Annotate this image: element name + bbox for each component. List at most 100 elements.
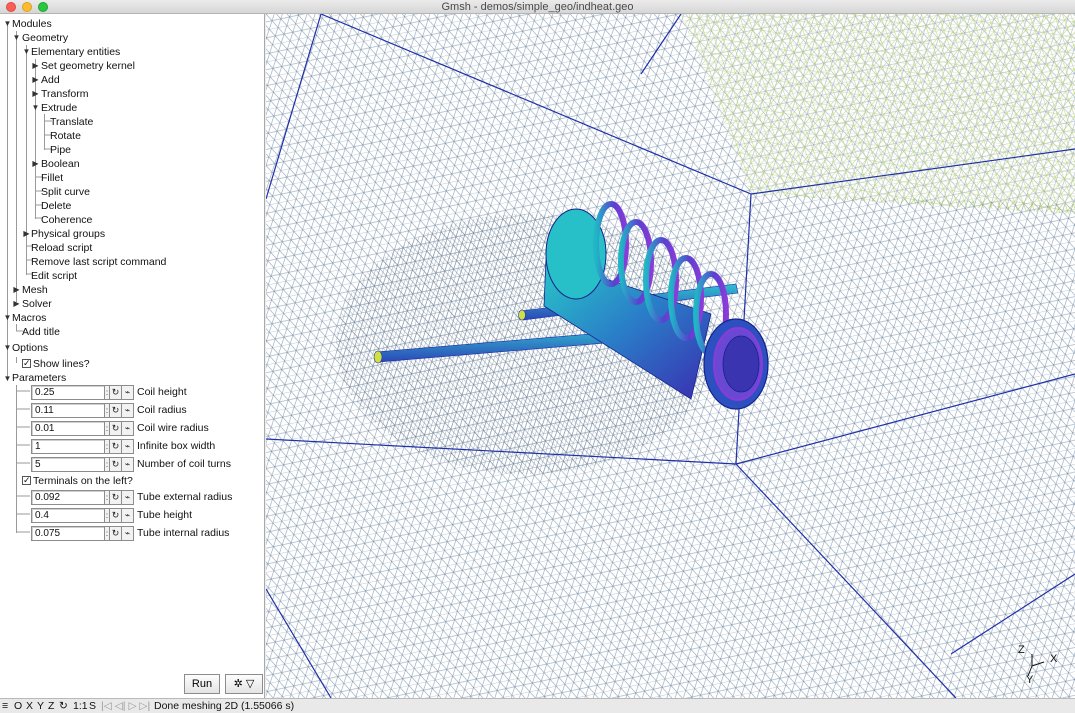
status-message: Done meshing 2D (1.55066 s) (154, 700, 295, 712)
collapse-options-icon[interactable]: ▼ (3, 343, 12, 352)
graphics-view[interactable]: Z X Y (266, 14, 1075, 698)
collapse-elementary-icon[interactable]: ▼ (22, 47, 31, 56)
loop-icon[interactable]: ↻ (110, 438, 122, 454)
coil-radius-input[interactable]: 0.11 (31, 402, 105, 418)
graph-icon[interactable]: ⌁ (122, 525, 134, 541)
tree-item-boolean[interactable]: Boolean (41, 157, 80, 171)
graph-icon[interactable]: ⌁ (122, 402, 134, 418)
tree-item-solver[interactable]: Solver (22, 297, 52, 311)
tree-item-remove-last-command[interactable]: Remove last script command (31, 255, 166, 269)
coil-turns-input[interactable]: 5 (31, 456, 105, 472)
tree-item-translate[interactable]: Translate (50, 115, 93, 129)
graph-icon[interactable]: ⌁ (122, 384, 134, 400)
tree-item-coherence[interactable]: Coherence (41, 213, 92, 227)
tree-item-modules[interactable]: Modules (12, 17, 52, 31)
tree-item-delete[interactable]: Delete (41, 199, 71, 213)
collapse-macros-icon[interactable]: ▼ (3, 313, 12, 322)
animation-controls[interactable]: |◁ ◁| ▷ ▷| (101, 699, 150, 713)
loop-icon[interactable]: ↻ (110, 507, 122, 523)
axis-y-label: Y (1026, 674, 1034, 686)
tube-height-input[interactable]: 0.4 (31, 507, 105, 523)
expand-solver-icon[interactable]: ▶ (12, 299, 21, 308)
loop-icon[interactable]: ↻ (110, 420, 122, 436)
param-row-coil-turns: 5 : ↻ ⌁ Number of coil turns (31, 456, 231, 472)
expand-physical-groups-icon[interactable]: ▶ (22, 229, 31, 238)
loop-icon[interactable]: ↻ (110, 525, 122, 541)
tree-item-physical-groups[interactable]: Physical groups (31, 227, 105, 241)
show-lines-checkbox[interactable]: ✓ (22, 359, 31, 368)
loop-icon[interactable]: ↻ (110, 456, 122, 472)
scale-button[interactable]: 1:1 (73, 699, 88, 713)
menu-toggle-icon[interactable]: ≡ (2, 699, 8, 713)
collapse-modules-icon[interactable]: ▼ (3, 19, 12, 28)
tube-internal-radius-input[interactable]: 0.075 (31, 525, 105, 541)
expand-boolean-icon[interactable]: ▶ (31, 159, 40, 168)
y-view-button[interactable]: Y (37, 699, 44, 713)
solver-options-button[interactable]: ✲ ▽ (225, 674, 263, 694)
tree-item-macros[interactable]: Macros (12, 311, 46, 325)
window-title: Gmsh - demos/simple_geo/indheat.geo (441, 1, 634, 13)
tree-item-fillet[interactable]: Fillet (41, 171, 63, 185)
graph-icon[interactable]: ⌁ (122, 507, 134, 523)
x-view-button[interactable]: X (26, 699, 33, 713)
tree-item-transform[interactable]: Transform (41, 87, 88, 101)
minimize-window-button[interactable] (22, 2, 32, 12)
tree-item-parameters[interactable]: Parameters (12, 371, 66, 385)
infinite-box-width-label: Infinite box width (137, 440, 216, 452)
collapse-extrude-icon[interactable]: ▼ (31, 103, 40, 112)
tree-item-split-curve[interactable]: Split curve (41, 185, 90, 199)
coil-wire-radius-input[interactable]: 0.01 (31, 420, 105, 436)
tree-item-mesh[interactable]: Mesh (22, 283, 48, 297)
graph-icon[interactable]: ⌁ (122, 456, 134, 472)
expand-add-icon[interactable]: ▶ (31, 75, 40, 84)
expand-mesh-icon[interactable]: ▶ (12, 285, 21, 294)
param-row-coil-radius: 0.11 : ↻ ⌁ Coil radius (31, 402, 187, 418)
param-row-tube-external-radius: 0.092 : ↻ ⌁ Tube external radius (31, 489, 232, 505)
tree-item-extrude[interactable]: Extrude (41, 101, 77, 115)
tree-item-options[interactable]: Options (12, 341, 48, 355)
infinite-box-width-input[interactable]: 1 (31, 438, 105, 454)
tube-external-radius-label: Tube external radius (137, 491, 233, 503)
terminals-left-checkbox[interactable]: ✓ (22, 476, 31, 485)
tree-item-elementary-entities[interactable]: Elementary entities (31, 45, 120, 59)
tree-item-add[interactable]: Add (41, 73, 60, 87)
tube-internal-radius-label: Tube internal radius (137, 527, 230, 539)
module-tree-panel: ▼ Modules ▼ Geometry ▼ Elementary entiti… (0, 14, 265, 698)
loop-icon[interactable]: ↻ (110, 402, 122, 418)
coil-height-input[interactable]: 0.25 (31, 384, 105, 400)
tree-item-reload-script[interactable]: Reload script (31, 241, 92, 255)
close-window-button[interactable] (6, 2, 16, 12)
axes-indicator: Z X Y (1014, 642, 1064, 688)
param-row-coil-wire-radius: 0.01 : ↻ ⌁ Coil wire radius (31, 420, 209, 436)
collapse-parameters-icon[interactable]: ▼ (3, 374, 12, 383)
loop-icon[interactable]: ↻ (110, 489, 122, 505)
expand-transform-icon[interactable]: ▶ (31, 89, 40, 98)
tree-item-edit-script[interactable]: Edit script (31, 269, 77, 283)
origin-view-button[interactable]: O (14, 699, 22, 713)
status-bar: ≡ O X Y Z ↻ 1:1 S |◁ ◁| ▷ ▷| Done meshin… (0, 698, 1075, 713)
tree-item-rotate[interactable]: Rotate (50, 129, 81, 143)
coil-wire-radius-label: Coil wire radius (137, 422, 209, 434)
rotate-icon[interactable]: ↻ (59, 699, 68, 713)
expand-set-kernel-icon[interactable]: ▶ (31, 61, 40, 70)
loop-icon[interactable]: ↻ (110, 384, 122, 400)
collapse-geometry-icon[interactable]: ▼ (12, 33, 21, 42)
tube-external-radius-input[interactable]: 0.092 (31, 489, 105, 505)
tree-item-geometry[interactable]: Geometry (22, 31, 68, 45)
param-row-tube-height: 0.4 : ↻ ⌁ Tube height (31, 507, 192, 523)
tree-item-add-title[interactable]: Add title (22, 325, 60, 339)
z-view-button[interactable]: Z (48, 699, 54, 713)
axis-x-label: X (1050, 653, 1058, 665)
coil-radius-label: Coil radius (137, 404, 187, 416)
show-lines-label: Show lines? (33, 358, 90, 370)
graph-icon[interactable]: ⌁ (122, 420, 134, 436)
run-button[interactable]: Run (184, 674, 220, 694)
tree-item-pipe[interactable]: Pipe (50, 143, 71, 157)
zoom-window-button[interactable] (38, 2, 48, 12)
graph-icon[interactable]: ⌁ (122, 489, 134, 505)
graph-icon[interactable]: ⌁ (122, 438, 134, 454)
tree-item-set-geometry-kernel[interactable]: Set geometry kernel (41, 59, 135, 73)
coil-turns-label: Number of coil turns (137, 458, 231, 470)
param-row-coil-height: 0.25 : ↻ ⌁ Coil height (31, 384, 187, 400)
select-button[interactable]: S (89, 699, 96, 713)
